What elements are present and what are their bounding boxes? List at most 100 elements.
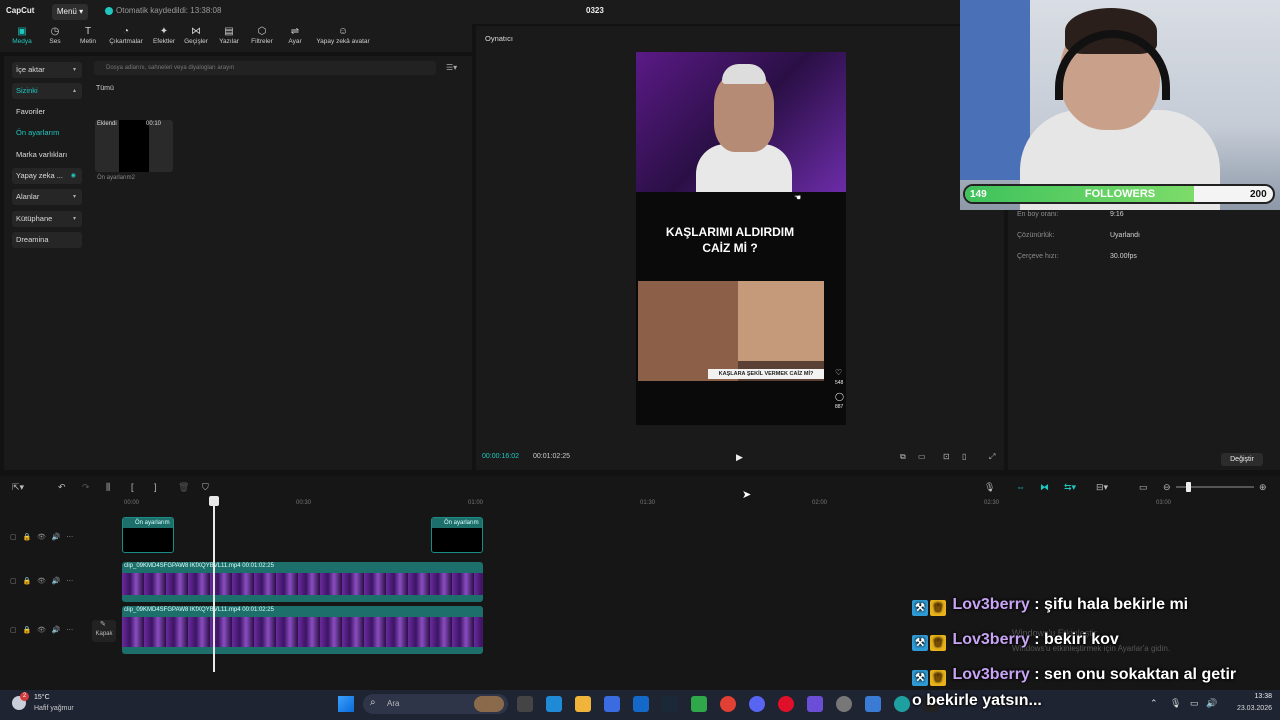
preset-clip-label: Ön ayarlarım (123, 518, 173, 528)
steam-icon[interactable] (662, 696, 678, 712)
quality-icon[interactable]: ▭ (918, 452, 926, 461)
zoom-in-icon[interactable]: ⊕ (1259, 482, 1267, 493)
undo-icon[interactable]: ↶ (58, 482, 66, 493)
sidebar-item-brand-assets[interactable]: Marka varlıkları (12, 147, 82, 163)
crown-badge-icon: ♛ (930, 600, 946, 616)
pencil-icon: ✎ (100, 621, 106, 628)
preset-clip-start[interactable]: Ön ayarlarım (122, 517, 174, 553)
select-tool-icon[interactable]: ⇱▾ (12, 482, 24, 493)
track-controls[interactable]: ▢ 🔒 👁 🔊 ⋯ (10, 577, 73, 585)
track-controls[interactable]: ▢ 🔒 👁 🔊 ⋯ (10, 626, 73, 634)
chat-text: : bekiri kov (1034, 631, 1119, 648)
sidebar-item-label: Sizinki (16, 86, 38, 95)
toolbar-stickers[interactable]: ◔ Çıkartmalar (106, 26, 146, 45)
media-search-input[interactable]: Dosya adlarını, sahneleri veya diyalogla… (94, 61, 436, 75)
teams-icon[interactable] (807, 696, 823, 712)
change-button[interactable]: Değiştir (1221, 453, 1263, 466)
discord-icon[interactable] (749, 696, 765, 712)
toolbar-captions[interactable]: ▤ Yazılar (216, 26, 242, 45)
playhead[interactable] (213, 498, 215, 672)
sidebar-item-label: Ön ayarlarım (16, 128, 60, 137)
clip-label: clip_09KMD4SFGPAW8 lKfXQYBVL11.mp4 00:01… (124, 607, 274, 613)
clock-date[interactable]: 23.03.2026 (1218, 705, 1272, 712)
filter-all[interactable]: Tümü (96, 85, 114, 92)
sidebar-item-library[interactable]: Kütüphane ▾ (12, 211, 82, 227)
trim-right-icon[interactable]: ] (154, 482, 157, 492)
media-player-icon[interactable] (778, 696, 794, 712)
ratio-icon[interactable]: ▯ (962, 452, 966, 461)
sidebar-item-yours[interactable]: Sizinki ▴ (12, 83, 82, 99)
toolbar-transitions[interactable]: ⋈ Geçişler (181, 26, 211, 45)
sidebar-item-import[interactable]: İçe aktar ▾ (12, 62, 82, 78)
video-clip-track2[interactable]: clip_09KMD4SFGPAW8 lKfXQYBVL11.mp4 00:01… (122, 606, 483, 654)
toolbar-audio-label: Ses (49, 38, 61, 45)
sidebar-item-favorites[interactable]: Favoriler (12, 104, 82, 120)
toolbar-ai-avatar[interactable]: ☺ Yapay zekâ avatar (312, 26, 374, 45)
snap-icon[interactable]: ⧓ (1040, 482, 1049, 493)
caption-track-icon[interactable]: ▭ (1139, 482, 1148, 493)
zoom-out-icon[interactable]: ⊖ (1163, 482, 1171, 493)
xbox-icon[interactable] (691, 696, 707, 712)
playhead-handle[interactable] (209, 496, 219, 506)
prop-resolution-key: Çözünürlük: (1017, 232, 1055, 239)
crown-badge-icon: ♛ (930, 670, 946, 686)
toolbar-filters-label: Filtreler (251, 38, 273, 45)
snapshot-icon[interactable]: ⊡ (943, 452, 950, 461)
redo-icon[interactable]: ↷ (82, 482, 90, 493)
sidebar-item-ai[interactable]: Yapay zeka ... ◉ (12, 168, 82, 184)
ruler-tick: 01:00 (468, 500, 484, 506)
file-explorer-icon[interactable] (575, 696, 591, 712)
preview-axis-icon[interactable]: ⊟▾ (1096, 482, 1108, 493)
toolbar-effects[interactable]: ✦ Efektler (149, 26, 179, 45)
delete-icon[interactable]: 🗑 (178, 482, 189, 493)
fullscreen-icon[interactable]: ⤢ (989, 452, 995, 462)
video-clip-track1[interactable]: clip_09KMD4SFGPAW8 lKfXQYBVL11.mp4 00:01… (122, 562, 483, 602)
split-icon[interactable]: ⫼ (106, 482, 110, 493)
prop-resolution-value: Uyarlandı (1110, 232, 1140, 239)
chat-message: ⚒ ♛ Lov3berry : şifu hala bekirle mi (912, 596, 1188, 616)
sidebar-item-dreamina[interactable]: Dreamina (12, 232, 82, 248)
crop-icon[interactable]: ⧉ (900, 452, 906, 462)
toolbar-filters[interactable]: ⬡ Filtreler (247, 26, 277, 45)
clock-time[interactable]: 13:38 (1228, 693, 1272, 700)
chat-username: Lov3berry (952, 596, 1030, 613)
marker-icon[interactable]: ⛉ (202, 482, 209, 493)
track-controls[interactable]: ▢ 🔒 👁 🔊 ⋯ (10, 533, 73, 541)
task-view-icon[interactable] (517, 696, 533, 712)
sidebar-item-presets[interactable]: Ön ayarlarım (12, 125, 82, 141)
magnet-icon[interactable]: ⇆▾ (1064, 482, 1076, 493)
toolbar-adjust[interactable]: ⇌ Ayar (284, 26, 306, 45)
app-icon[interactable] (865, 696, 881, 712)
volume-icon[interactable]: 🔊 (1206, 698, 1217, 709)
settings-icon[interactable] (836, 696, 852, 712)
link-icon[interactable]: ⇔ (1016, 482, 1025, 492)
desktop-icon[interactable] (546, 696, 562, 712)
chevron-up-icon[interactable]: ⌃ (1150, 698, 1158, 709)
toolbar-adjust-label: Ayar (288, 38, 302, 45)
sidebar-item-spaces[interactable]: Alanlar ▾ (12, 189, 82, 205)
menu-button[interactable]: Menü ▾ (52, 4, 88, 20)
chrome-icon[interactable] (720, 696, 736, 712)
play-button[interactable]: ▶ (736, 452, 743, 463)
toolbar-text[interactable]: T Metin (76, 26, 100, 45)
network-icon[interactable]: ▭ (1190, 698, 1199, 709)
zoom-slider-handle[interactable] (1186, 482, 1191, 492)
preset-clip-end[interactable]: Ön ayarlarım (431, 517, 483, 553)
sidebar-item-label: Favoriler (16, 107, 46, 116)
outlook-icon[interactable] (633, 696, 649, 712)
preset-clip-label: Ön ayarlarım (432, 518, 482, 528)
mic-tray-icon[interactable]: 🎙 (1170, 698, 1181, 709)
sort-icon[interactable]: ☰▾ (446, 63, 457, 72)
toolbar-audio[interactable]: ◷ Ses (44, 26, 66, 45)
toolbar-media[interactable]: ▣ Medya (8, 26, 36, 45)
ruler-tick: 00:30 (296, 500, 312, 506)
adjust-icon: ⇌ (290, 26, 300, 37)
edge-icon[interactable] (894, 696, 910, 712)
details-panel (1008, 210, 1280, 470)
microphone-icon[interactable]: 🎙 (984, 482, 995, 493)
cover-label: Kapak (95, 631, 113, 637)
windows-start-icon[interactable] (338, 696, 354, 712)
trim-left-icon[interactable]: [ (131, 482, 134, 492)
store-icon[interactable] (604, 696, 620, 712)
video-preview[interactable]: KAŞLARIMI ALDIRDIM CAİZ Mİ ? KAŞLARA ŞEK… (636, 52, 846, 425)
